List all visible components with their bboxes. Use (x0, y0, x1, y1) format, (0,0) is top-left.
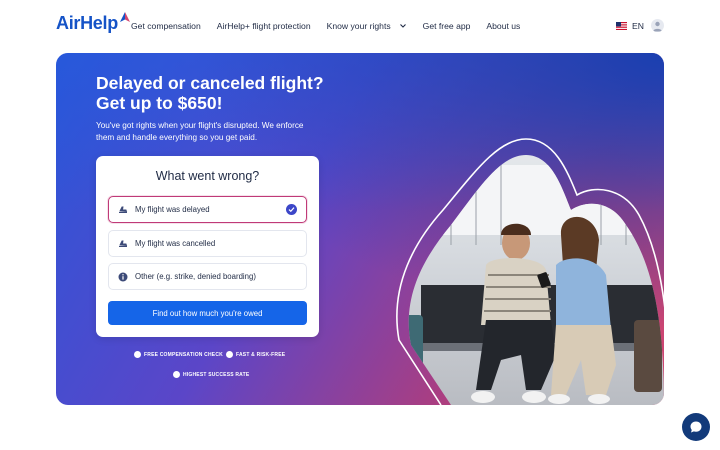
hero-banner: Delayed or canceled flight? Get up to $6… (56, 53, 664, 405)
hero-title-line2: Get up to $650! (96, 93, 223, 113)
chevron-down-icon (399, 24, 406, 28)
badge-label: FAST & RISK-FREE (236, 351, 286, 358)
claim-card: What went wrong? My flight was delayed M… (96, 156, 319, 337)
hero-subtitle: You've got rights when your flight's dis… (96, 120, 316, 144)
airhelp-logo[interactable]: AirHelp (56, 12, 131, 34)
user-avatar-icon[interactable] (651, 19, 664, 32)
checkmark-icon (286, 204, 297, 215)
language-selector[interactable]: EN (616, 21, 644, 31)
nav-about-us[interactable]: About us (486, 21, 520, 31)
badge-label: FREE COMPENSATION CHECK (144, 351, 223, 358)
option-flight-delayed[interactable]: My flight was delayed (108, 196, 307, 223)
nav-know-your-rights[interactable]: Know your rights (327, 21, 407, 31)
nav-get-compensation[interactable]: Get compensation (131, 21, 201, 31)
us-flag-icon (616, 22, 627, 30)
badge-success-rate: HIGHEST SUCCESS RATE (173, 371, 249, 378)
option-label: My flight was cancelled (135, 239, 216, 248)
option-label: Other (e.g. strike, denied boarding) (135, 272, 256, 281)
logo-text: AirHelp (56, 13, 118, 33)
chat-button[interactable] (682, 413, 710, 441)
euro-icon (134, 351, 141, 358)
hero-title-line1: Delayed or canceled flight? (96, 73, 324, 93)
shield-icon (173, 371, 180, 378)
chat-bubble-icon (690, 421, 702, 433)
hero-photo-travelers (396, 138, 664, 405)
card-title: What went wrong? (155, 169, 260, 183)
top-header: AirHelp Get compensation AirHelp+ flight… (0, 0, 720, 54)
info-icon (118, 272, 128, 281)
badge-label: HIGHEST SUCCESS RATE (183, 371, 250, 378)
nav-get-free-app[interactable]: Get free app (423, 21, 471, 31)
hero-subtitle-line1: You've got rights when your flight's dis… (96, 121, 304, 130)
main-nav: Get compensation AirHelp+ flight protect… (131, 21, 536, 31)
option-flight-cancelled[interactable]: My flight was cancelled (108, 230, 307, 257)
badge-free-check: FREE COMPENSATION CHECK (134, 351, 223, 358)
plane-icon (119, 206, 128, 213)
nav-know-your-rights-label: Know your rights (326, 21, 391, 31)
hero-title: Delayed or canceled flight? Get up to $6… (96, 73, 356, 113)
logo-mark-icon (119, 12, 130, 22)
lightning-icon (226, 351, 233, 358)
find-out-button[interactable]: Find out how much you're owed (108, 301, 307, 325)
plane-icon (119, 240, 128, 247)
option-other[interactable]: Other (e.g. strike, denied boarding) (108, 263, 307, 290)
option-label: My flight was delayed (135, 205, 210, 214)
nav-flight-protection[interactable]: AirHelp+ flight protection (217, 21, 311, 31)
badge-fast-risk-free: FAST & RISK-FREE (226, 351, 285, 358)
hero-subtitle-line2: them and handle everything so you get pa… (96, 133, 258, 142)
user-silhouette-icon (653, 21, 662, 32)
language-code: EN (632, 21, 644, 31)
